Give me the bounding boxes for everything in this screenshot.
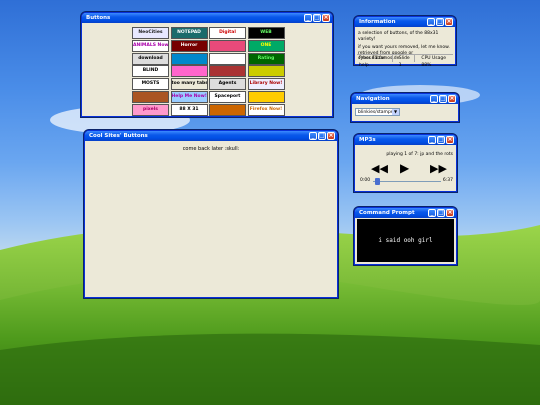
status-slide: Slide 1 [399, 55, 416, 68]
command-prompt-titlebar[interactable]: Command Prompt _ □ × [355, 208, 456, 218]
information-window: Information _ □ × a selection of buttons… [354, 16, 456, 68]
site-badge[interactable]: Rating [247, 52, 285, 65]
site-badge[interactable]: Digital [209, 27, 246, 39]
close-icon[interactable]: × [327, 132, 335, 140]
now-playing: playing 1 of 7: jp and the rots [386, 152, 453, 157]
window-title: Navigation [356, 96, 390, 102]
maximize-icon[interactable]: □ [437, 209, 445, 217]
forward-icon[interactable]: ▶▶ [430, 163, 447, 174]
seek-thumb[interactable] [375, 178, 381, 185]
minimize-icon[interactable]: _ [428, 209, 436, 217]
command-prompt-window: Command Prompt _ □ × i said ooh girl [354, 207, 457, 265]
maximize-icon[interactable]: □ [439, 95, 447, 103]
mp3s-window: MP3s _ □ × playing 1 of 7: jp and the ro… [354, 134, 457, 192]
site-badge[interactable] [209, 65, 246, 78]
site-badge[interactable]: download [132, 52, 169, 65]
site-badge[interactable]: Horror [170, 39, 208, 52]
site-badge[interactable]: 88 X 31 [170, 103, 208, 116]
window-title: MP3s [359, 137, 376, 143]
time-start: 0:00 [360, 178, 371, 183]
site-badge[interactable] [209, 39, 246, 52]
buttons-titlebar[interactable]: Buttons _ □ × [82, 13, 332, 23]
site-badge[interactable]: ONE [247, 39, 285, 52]
site-badge[interactable] [247, 91, 285, 103]
status-help: Press F1 for help [359, 55, 393, 68]
navigation-titlebar[interactable]: Navigation _ □ × [352, 94, 458, 104]
site-badge[interactable]: Spaceport [209, 91, 246, 103]
information-titlebar[interactable]: Information _ □ × [355, 17, 455, 27]
minimize-icon[interactable]: _ [430, 95, 438, 103]
site-badge[interactable]: too many tabs [170, 78, 208, 91]
info-line-1: a selection of buttons, of the 88x31 var… [358, 31, 439, 42]
site-badge[interactable] [170, 65, 208, 78]
close-icon[interactable]: × [446, 209, 454, 217]
site-badge[interactable]: WEB [247, 27, 285, 39]
rewind-icon[interactable]: ◀◀ [371, 163, 388, 174]
site-badge[interactable]: pixels [132, 103, 169, 116]
site-badge[interactable] [132, 91, 169, 103]
minimize-icon[interactable]: _ [309, 132, 317, 140]
chevron-down-icon[interactable]: ▼ [392, 109, 399, 115]
seek-track[interactable] [373, 178, 441, 185]
navigation-select[interactable]: blinkies/stamps ▼ [355, 108, 400, 116]
window-title: Command Prompt [359, 210, 415, 216]
status-bar: Press F1 for help Slide 1 CPU Usage 88% [357, 54, 453, 68]
site-badge[interactable]: MOSTS [132, 78, 169, 91]
close-icon[interactable]: × [448, 95, 456, 103]
site-badge[interactable] [209, 52, 246, 65]
window-title: Cool Sites' Buttons [89, 133, 148, 139]
site-badge[interactable] [247, 65, 285, 78]
site-badge[interactable] [209, 103, 246, 116]
command-output: i said ooh girl [378, 237, 433, 244]
time-end: 6:37 [442, 178, 453, 183]
buttons-window: Buttons _ □ × NeoCities NOTEPAD Digital WEB… [81, 12, 333, 117]
maximize-icon[interactable]: □ [313, 14, 321, 22]
site-badge[interactable]: ANIMALS Now! [132, 39, 169, 52]
site-badge[interactable]: Agents [209, 78, 246, 91]
status-cpu: CPU Usage 88% [421, 56, 447, 68]
maximize-icon[interactable]: □ [436, 18, 444, 26]
close-icon[interactable]: × [446, 136, 454, 144]
cool-sites-titlebar[interactable]: Cool Sites' Buttons _ □ × [85, 131, 337, 141]
maximize-icon[interactable]: □ [437, 136, 445, 144]
maximize-icon[interactable]: □ [318, 132, 326, 140]
close-icon[interactable]: × [322, 14, 330, 22]
site-badge[interactable]: NeoCities [132, 27, 169, 39]
mp3s-titlebar[interactable]: MP3s _ □ × [355, 135, 456, 145]
site-badge[interactable]: NOTEPAD [170, 27, 208, 39]
minimize-icon[interactable]: _ [428, 136, 436, 144]
navigation-selected: blinkies/stamps [358, 110, 394, 115]
close-icon[interactable]: × [445, 18, 453, 26]
badge-grid: NeoCities NOTEPAD Digital WEB ANIMALS Now! Ho… [84, 24, 330, 116]
site-badge[interactable]: Library Now! [247, 78, 285, 91]
navigation-window: Navigation _ □ × blinkies/stamps ▼ [351, 93, 459, 122]
minimize-icon[interactable]: _ [304, 14, 312, 22]
window-title: Buttons [86, 15, 111, 21]
placeholder-message: come back later :skull: [182, 146, 240, 152]
site-badge[interactable]: BLIND [132, 65, 169, 78]
site-badge[interactable]: Help Me Now! [170, 91, 208, 103]
site-badge[interactable]: Firefox Now! [247, 103, 285, 116]
cool-sites-window: Cool Sites' Buttons _ □ × come back late… [84, 130, 338, 298]
play-icon[interactable]: ▶ [400, 162, 409, 174]
site-badge[interactable] [170, 52, 208, 65]
minimize-icon[interactable]: _ [427, 18, 435, 26]
window-title: Information [359, 19, 396, 25]
